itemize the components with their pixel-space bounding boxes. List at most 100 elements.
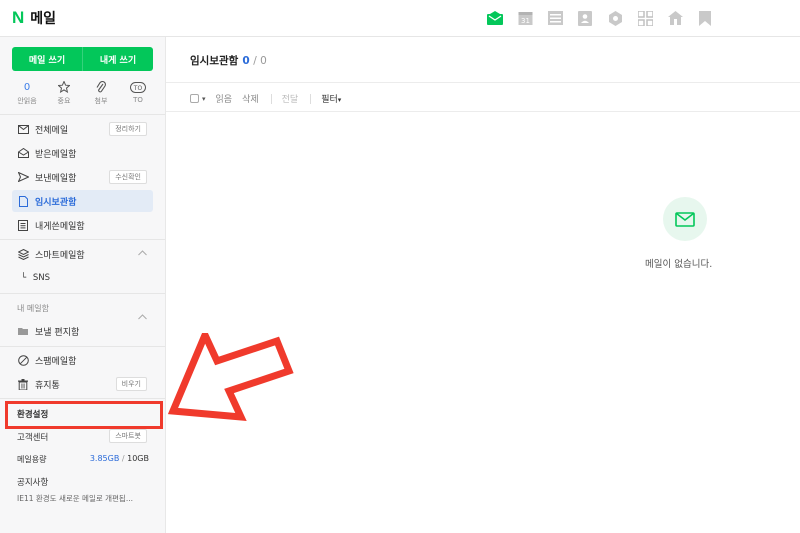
folder-label: 임시보관함 [35,197,77,208]
empty-mail-icon [663,197,707,241]
smart-mailbox-header[interactable]: 스마트메일함 [0,243,165,265]
quick-to[interactable]: TO TO [123,79,153,106]
folder-self-memo[interactable]: 내게쓴메일함 [0,214,165,236]
mark-read-button[interactable]: 읽음 [216,92,233,105]
mail-icon [17,123,29,135]
my-mailbox-header[interactable]: 내 메일함 [17,303,49,314]
divider [0,398,165,399]
block-icon [17,354,29,366]
select-all-checkbox[interactable] [190,94,199,103]
forward-button[interactable]: 전달 [282,92,299,105]
folder-label: 받은메일함 [35,149,77,160]
calendar-app-icon[interactable]: 31 [517,10,533,26]
draft-icon [17,195,29,207]
important-label: 중요 [57,97,71,105]
attachment-label: 첨부 [94,97,108,105]
app-switcher: 31 [487,10,727,26]
smartbot-button[interactable]: 스마트봇 [109,429,147,443]
notice-item[interactable]: IE11 환경도 새로운 메일로 개편됩... [17,493,157,504]
naver-logo: N [12,8,25,27]
sidebar: 메일 쓰기 내게 쓰기 0 안읽음 중요 첨부 TO TO 전체메일 정리하기 … [0,37,166,533]
self-memo-icon [17,219,29,231]
folder-title: 임시보관함 [190,55,239,67]
mail-toolbar: ▾ 읽음 삭제 전달 필터▾ [190,92,341,105]
settings-highlight-box [5,401,163,429]
svg-text:31: 31 [521,17,530,25]
folder-icon [17,325,29,337]
storage-usage: 메일용량 3.85GB / 10GB [17,454,149,465]
quick-attachment[interactable]: 첨부 [86,79,116,106]
storage-used: 3.85GB [89,454,120,463]
quick-unread[interactable]: 0 안읽음 [12,79,42,106]
storage-total: 10GB [127,454,149,463]
folder-label: 휴지통 [35,380,60,391]
select-dropdown-icon[interactable]: ▾ [202,95,206,103]
folder-label: 보낼 편지함 [35,327,80,338]
divider [310,93,312,104]
divider [166,82,800,83]
top-bar: N 메일 31 [0,0,800,37]
total-count: / 0 [253,55,267,67]
empty-message: 메일이 없습니다. [645,259,713,270]
chevron-down-icon: ▾ [337,96,342,104]
inbox-icon [17,147,29,159]
folder-drafts[interactable]: 임시보관함 [12,190,153,212]
divider [166,111,800,112]
filter-button[interactable]: 필터▾ [321,92,341,105]
trash-icon [17,378,29,390]
quick-filters: 0 안읽음 중요 첨부 TO TO [12,79,153,106]
notice-link[interactable]: 공지사항 [17,476,48,488]
sns-label: SNS [32,273,50,283]
organize-button[interactable]: 정리하기 [109,122,147,136]
compose-button[interactable]: 메일 쓰기 [12,47,82,71]
tree-branch-icon: └ [21,273,27,283]
self-compose-button[interactable]: 내게 쓰기 [82,47,153,71]
empty-trash-button[interactable]: 비우기 [115,377,147,391]
folder-label: 보낸메일함 [35,173,77,184]
folder-to-send[interactable]: 보낼 편지함 [0,320,165,342]
smart-mailbox-label: 스마트메일함 [35,250,85,261]
main-panel: 임시보관함 0 / 0 ▾ 읽음 삭제 전달 필터▾ [166,37,800,533]
folder-label: 내게쓴메일함 [35,221,85,232]
sns-folder[interactable]: └ SNS [21,273,50,283]
send-icon [17,171,29,183]
folder-inbox[interactable]: 받은메일함 [0,142,165,164]
delete-button[interactable]: 삭제 [242,92,259,105]
folder-label: 전체메일 [35,125,69,136]
unread-label: 안읽음 [17,97,37,105]
divider [0,114,165,115]
paperclip-icon [86,79,116,95]
list-app-icon[interactable] [547,10,563,26]
contacts-app-icon[interactable] [577,10,593,26]
svg-text:TO: TO [133,85,143,92]
quick-important[interactable]: 중요 [49,79,79,106]
folder-label: 스팸메일함 [35,356,77,367]
compose-group: 메일 쓰기 내게 쓰기 [12,47,153,71]
divider [0,346,165,347]
divider [0,239,165,240]
folder-sent[interactable]: 보낸메일함 수신확인 [0,166,165,188]
grid-app-icon[interactable] [637,10,653,26]
folder-spam[interactable]: 스팸메일함 [0,349,165,371]
chevron-up-icon[interactable] [138,249,147,259]
bookmark-app-icon[interactable] [697,10,713,26]
folder-all-mail[interactable]: 전체메일 정리하기 [0,118,165,140]
brand-logo[interactable]: N 메일 [12,8,56,28]
storage-sep: / [121,454,125,463]
support-link[interactable]: 고객센터 [17,431,48,443]
storage-label: 메일용량 [17,455,47,464]
mail-app-icon[interactable] [487,10,503,26]
cloud-app-icon[interactable] [607,10,623,26]
page-title: 임시보관함 0 / 0 [190,53,267,68]
to-label: TO [133,96,143,104]
to-icon: TO [123,79,153,95]
star-icon [49,79,79,95]
app-title: 메일 [30,11,57,27]
home-app-icon[interactable] [667,10,683,26]
pointer-arrow-icon [167,333,294,422]
read-receipt-button[interactable]: 수신확인 [109,170,147,184]
filter-label: 필터 [321,95,338,105]
layers-icon [17,248,29,260]
unread-count: 0 [242,55,250,67]
folder-trash[interactable]: 휴지통 비우기 [0,373,165,395]
